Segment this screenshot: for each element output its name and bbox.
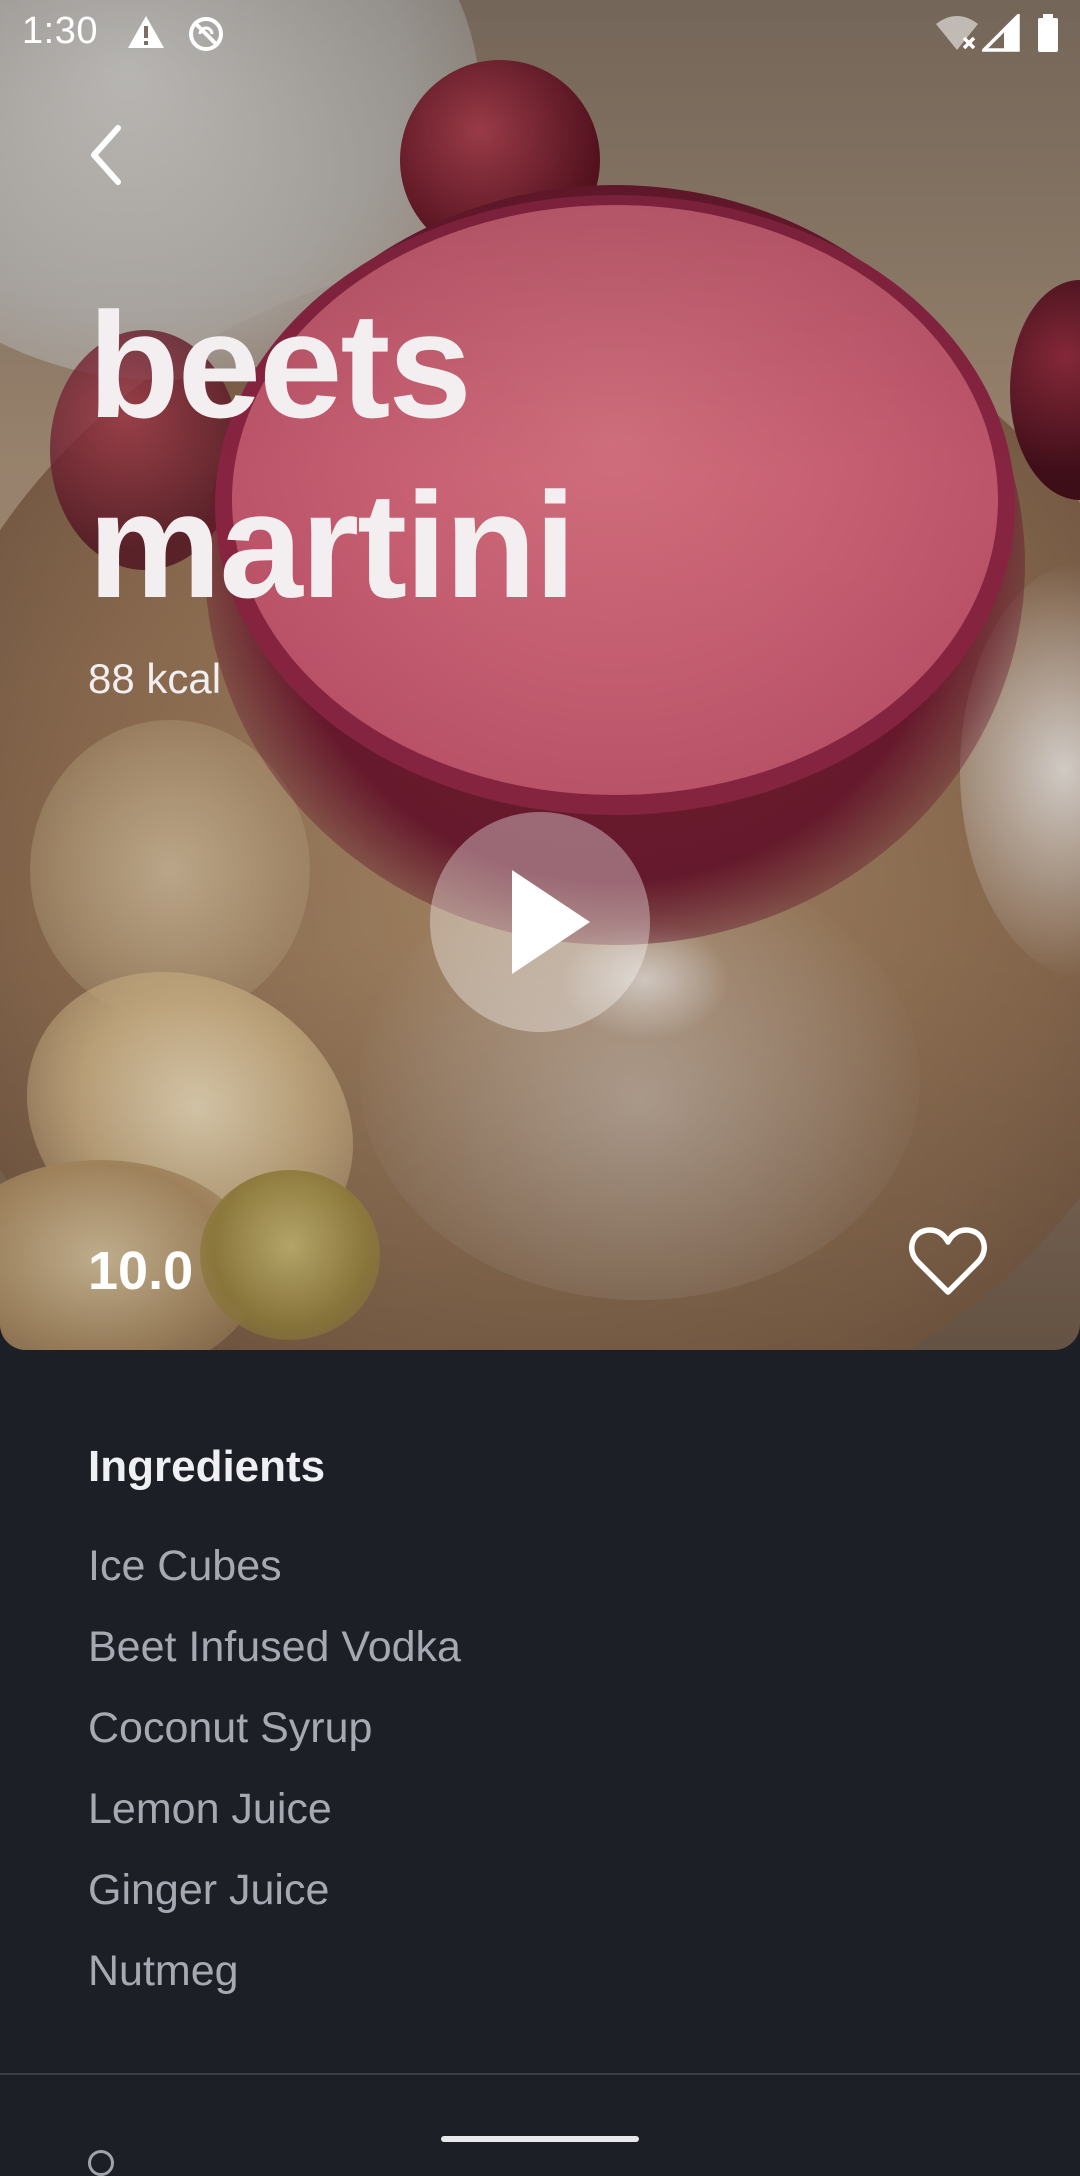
ingredients-list: Ice Cubes Beet Infused Vodka Coconut Syr…	[88, 1540, 461, 2026]
chevron-left-icon	[91, 125, 121, 185]
hero-image: 1:30 beets martini 88 kcal 10.0	[0, 0, 1080, 1350]
back-button[interactable]	[82, 120, 142, 190]
ingredient-item: Coconut Syrup	[88, 1704, 373, 1752]
ingredient-item: Ice Cubes	[88, 1542, 282, 1590]
calories-label: 88 kcal	[88, 655, 222, 702]
sync-disabled-icon	[186, 14, 226, 59]
next-section-icon	[88, 2150, 114, 2176]
ingredients-section: Ingredients Ice Cubes Beet Infused Vodka…	[0, 1350, 1080, 2072]
recipe-title: beets martini	[88, 275, 576, 635]
status-bar: 1:30	[0, 0, 1080, 66]
recipe-title-line2: martini	[88, 461, 576, 629]
ingredient-item: Ginger Juice	[88, 1866, 330, 1914]
battery-icon	[1036, 14, 1060, 59]
rating-value: 10.0	[88, 1241, 194, 1301]
home-indicator[interactable]	[441, 2136, 639, 2142]
favorite-button[interactable]	[908, 1224, 988, 1298]
play-video-button[interactable]	[430, 812, 650, 1032]
ingredients-heading: Ingredients	[88, 1442, 326, 1491]
wifi-off-icon	[934, 14, 980, 57]
status-time: 1:30	[22, 10, 98, 52]
ingredient-item: Lemon Juice	[88, 1785, 332, 1833]
heart-icon	[909, 1227, 987, 1295]
signal-icon	[979, 11, 1020, 57]
warning-icon	[126, 14, 166, 55]
ingredient-item: Nutmeg	[88, 1947, 239, 1995]
recipe-title-line1: beets	[88, 281, 472, 449]
section-divider	[0, 2073, 1080, 2075]
ingredient-item: Beet Infused Vodka	[88, 1623, 461, 1671]
play-icon	[512, 870, 590, 974]
